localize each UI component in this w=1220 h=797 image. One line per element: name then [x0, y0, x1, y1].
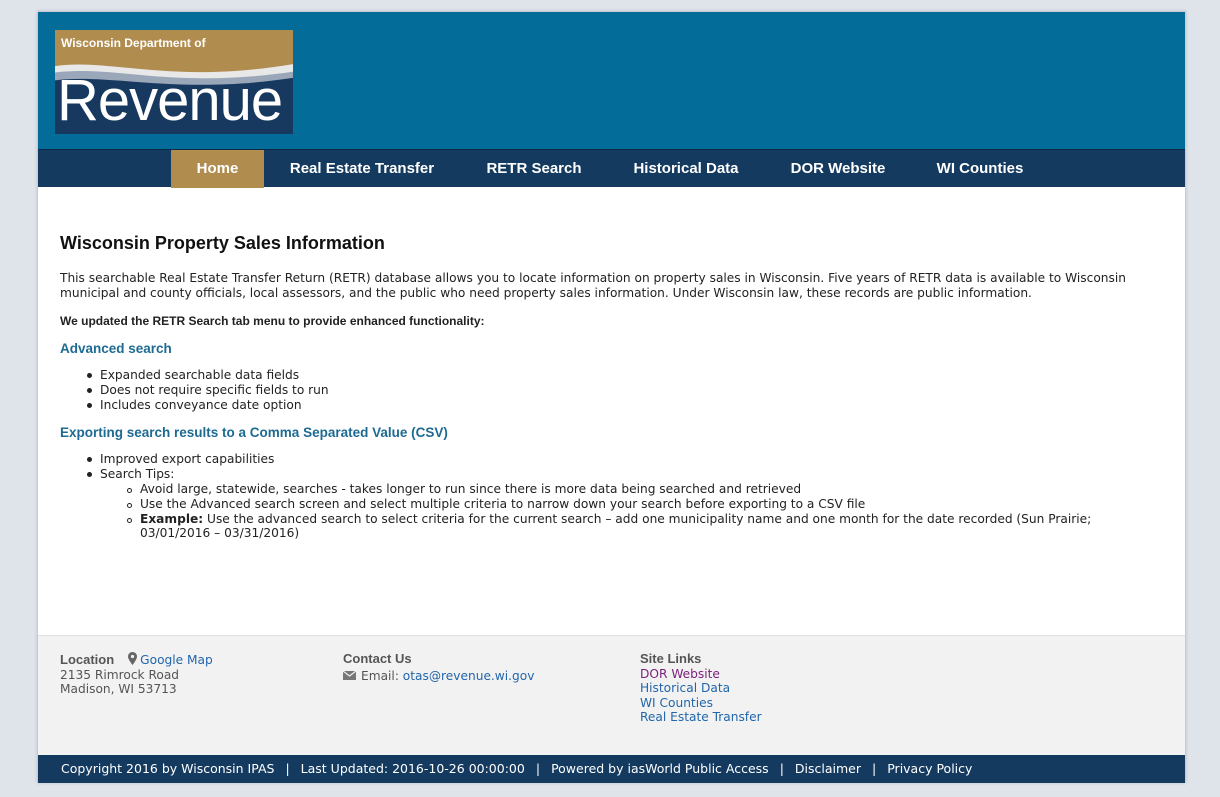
logo-small-text: Wisconsin Department of [61, 36, 206, 50]
advanced-search-list: Expanded searchable data fields Does not… [87, 368, 1160, 412]
site-link-real-estate-transfer[interactable]: Real Estate Transfer [640, 710, 762, 725]
email-link[interactable]: otas@revenue.wi.gov [403, 669, 535, 683]
contact-heading: Contact Us [343, 651, 412, 666]
list-item-search-tips: Search Tips: Avoid large, statewide, sea… [87, 467, 1160, 541]
page-frame: Wisconsin Department of Revenue Home Rea… [37, 11, 1186, 783]
search-tips-list: Avoid large, statewide, searches - takes… [127, 482, 1160, 541]
separator: | [872, 761, 877, 776]
nav-home[interactable]: Home [171, 150, 264, 188]
last-updated-text: Last Updated: 2016-10-26 00:00:00 [300, 761, 525, 776]
map-pin-icon [128, 652, 138, 665]
separator: | [535, 761, 541, 776]
location-heading: Location [60, 652, 115, 667]
dor-logo[interactable]: Wisconsin Department of Revenue [55, 30, 293, 134]
site-link-dor-website[interactable]: DOR Website [640, 667, 762, 682]
list-item: Expanded searchable data fields [87, 368, 1160, 383]
tip-item: Avoid large, statewide, searches - takes… [127, 482, 1160, 497]
site-link-historical-data[interactable]: Historical Data [640, 681, 762, 696]
list-item: Does not require specific fields to run [87, 383, 1160, 398]
nav-historical-data[interactable]: Historical Data [614, 150, 758, 188]
logo-big-text: Revenue [57, 68, 283, 133]
address-line-1: 2135 Rimrock Road [60, 667, 180, 682]
example-text: Use the advanced search to select criter… [140, 511, 1092, 541]
nav-retr-search[interactable]: RETR Search [464, 150, 604, 188]
privacy-policy-link[interactable]: Privacy Policy [887, 761, 972, 776]
disclaimer-link[interactable]: Disclaimer [795, 761, 861, 776]
email-label: Email: [361, 668, 403, 683]
intro-paragraph: This searchable Real Estate Transfer Ret… [60, 271, 1126, 300]
nav-dor-website[interactable]: DOR Website [770, 150, 906, 188]
envelope-icon [343, 670, 356, 680]
google-map-link[interactable]: Google Map [140, 653, 213, 667]
list-item: Improved export capabilities [87, 452, 1160, 467]
advanced-search-heading: Advanced search [60, 341, 172, 356]
list-item: Includes conveyance date option [87, 398, 1160, 413]
search-tips-label: Search Tips: [100, 467, 175, 482]
separator: | [285, 761, 290, 776]
site-links-heading: Site Links [640, 651, 702, 666]
footer: Location Google Map 2135 Rimrock Road Mad… [38, 635, 1185, 755]
csv-export-heading: Exporting search results to a Comma Sepa… [60, 425, 448, 441]
page-title: Wisconsin Property Sales Information [60, 233, 385, 253]
powered-by-link[interactable]: Powered by iasWorld Public Access [551, 761, 769, 776]
footer-location: Location Google Map 2135 Rimrock Road Mad… [60, 652, 213, 697]
main-content: Wisconsin Property Sales Information Thi… [60, 233, 1160, 554]
tip-item: Use the Advanced search screen and selec… [127, 497, 1160, 512]
example-label: Example: [140, 511, 204, 526]
site-link-wi-counties[interactable]: WI Counties [640, 696, 762, 711]
address-line-2: Madison, WI 53713 [60, 682, 177, 697]
tip-item-example: Example: Use the advanced search to sele… [127, 512, 1160, 542]
main-nav: Home Real Estate Transfer RETR Search Hi… [38, 149, 1185, 188]
footer-contact: Contact Us Email: otas@revenue.wi.gov [343, 651, 535, 683]
csv-export-list: Improved export capabilities Search Tips… [87, 452, 1160, 541]
separator: | [779, 761, 784, 776]
nav-real-estate-transfer[interactable]: Real Estate Transfer [272, 150, 452, 188]
nav-wi-counties[interactable]: WI Counties [918, 150, 1042, 188]
bottom-bar: Copyright 2016 by Wisconsin IPAS | Last Up… [38, 755, 1185, 783]
footer-site-links: Site Links DOR Website Historical Data W… [640, 651, 762, 725]
update-notice: We updated the RETR Search tab menu to p… [60, 314, 485, 328]
copyright-text: Copyright 2016 by Wisconsin IPAS [61, 761, 275, 776]
header-banner: Wisconsin Department of Revenue [38, 12, 1185, 149]
